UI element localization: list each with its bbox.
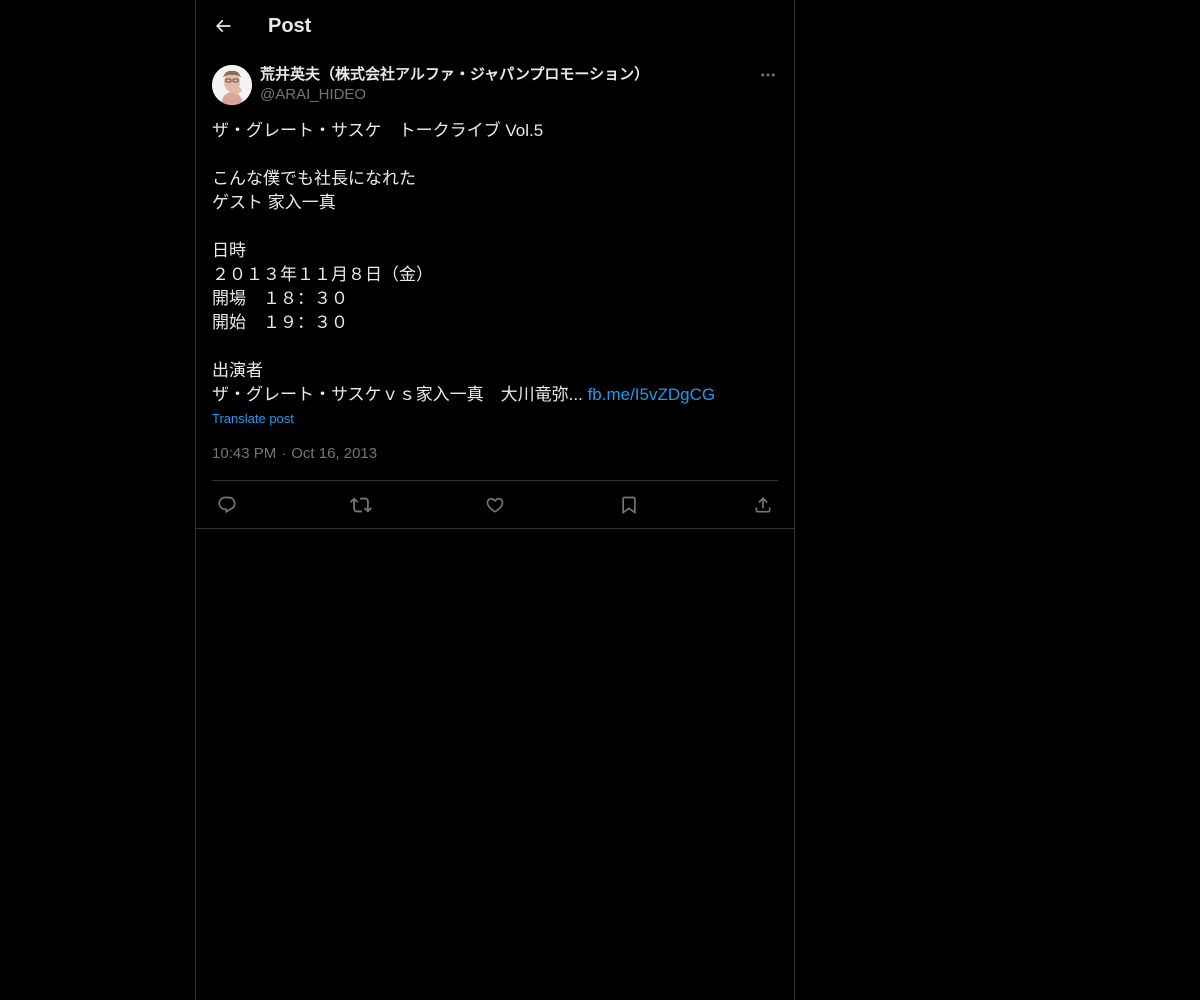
post-time[interactable]: 10:43 PM (212, 445, 276, 462)
post-text-line: 開場 １８：３０ (212, 289, 348, 308)
post-text-line (212, 335, 778, 359)
post-link[interactable]: fb.me/I5vZDgCG (588, 385, 716, 404)
translate-post-link[interactable]: Translate post (212, 410, 294, 428)
reply-icon (217, 495, 237, 515)
author-name[interactable]: 荒井英夫（株式会社アルファ・ジャパンプロモーション） (260, 65, 649, 85)
repost-icon (350, 494, 372, 516)
post-text-line (212, 215, 778, 239)
timestamp-separator: · (281, 445, 287, 462)
post-text-line: こんな僕でも社長になれた (212, 169, 416, 188)
post-actions-bar (212, 490, 778, 520)
share-icon (753, 495, 773, 515)
bookmark-icon (619, 495, 639, 515)
post-timestamp: 10:43 PM · Oct 16, 2013 (212, 444, 377, 464)
post-text-line: 開始 １９：３０ (212, 313, 348, 332)
post-detail: 荒井英夫（株式会社アルファ・ジャパンプロモーション） @ARAI_HIDEO ザ… (196, 53, 794, 529)
post-text-line: ザ・グレート・サスケ トークライブ Vol.5 (212, 121, 544, 140)
more-horizontal-icon (759, 66, 777, 84)
post-text-line: 日時 (212, 241, 246, 260)
repost-button[interactable] (346, 490, 376, 520)
post-text-last-line: ザ・グレート・サスケｖｓ家入一真 大川竜弥... fb.me/I5vZDgCG (212, 383, 778, 407)
reply-button[interactable] (212, 490, 242, 520)
post-text-line (212, 143, 778, 167)
avatar[interactable] (212, 65, 252, 105)
back-button[interactable] (208, 11, 238, 41)
post-text-truncated: ザ・グレート・サスケｖｓ家入一真 大川竜弥... (212, 385, 588, 404)
more-options-button[interactable] (754, 65, 782, 85)
post-text: ザ・グレート・サスケ トークライブ Vol.5 こんな僕でも社長になれた ゲスト… (212, 119, 778, 407)
divider (212, 480, 778, 481)
heart-icon (485, 495, 505, 515)
page-title: Post (268, 15, 312, 37)
primary-column: Post 荒井英夫（株式会社アルファ・ジャパンプロモーション） @ARAI_HI… (195, 0, 795, 1000)
post-text-line: ゲスト 家入一真 (212, 193, 336, 212)
share-button[interactable] (748, 490, 778, 520)
author-handle[interactable]: @ARAI_HIDEO (260, 85, 366, 105)
bookmark-button[interactable] (614, 490, 644, 520)
post-date[interactable]: Oct 16, 2013 (291, 445, 377, 462)
like-button[interactable] (480, 490, 510, 520)
arrow-left-icon (213, 16, 233, 36)
post-text-line: 出演者 (212, 361, 263, 380)
post-text-line: ２０１３年１１月８日（金） (212, 265, 433, 284)
page-header: Post (196, 0, 794, 53)
